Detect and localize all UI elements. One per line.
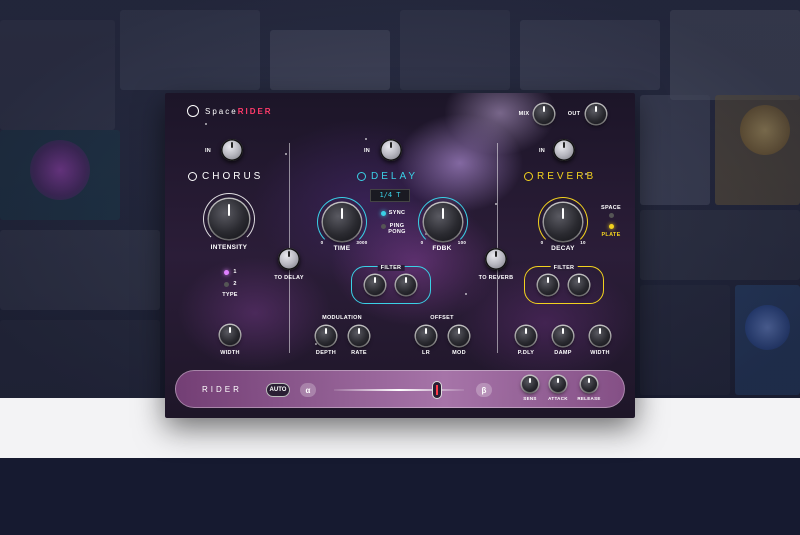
rider-attack-label: ATTACK bbox=[548, 396, 568, 401]
delay-modulation-label: MODULATION bbox=[322, 315, 362, 321]
mix-knob[interactable] bbox=[534, 104, 554, 124]
beta-button[interactable]: β bbox=[476, 383, 492, 397]
reverb-decay-label: DECAY bbox=[551, 245, 575, 252]
delay-in-knob[interactable] bbox=[380, 139, 402, 161]
reverb-filter-box bbox=[524, 266, 604, 304]
spacerider-plugin-window: SpaceRIDER MIX OUT IN CHORUS INTENSITY 1… bbox=[165, 93, 635, 418]
delay-time-label: TIME bbox=[333, 245, 351, 252]
delay-mod-knob[interactable] bbox=[449, 326, 469, 346]
chorus-in-label: IN bbox=[204, 148, 212, 154]
rider-slider-track[interactable] bbox=[334, 389, 464, 391]
delay-time-max: 3000 bbox=[356, 240, 368, 245]
delay-filter-label: FILTER bbox=[377, 265, 405, 271]
delay-lr-knob[interactable] bbox=[416, 326, 436, 346]
delay-lr-label: LR bbox=[422, 350, 430, 356]
chorus-width-label: WIDTH bbox=[220, 350, 240, 356]
to-delay-label: TO DELAY bbox=[274, 275, 304, 281]
logo-icon bbox=[187, 105, 199, 117]
delay-rate-knob[interactable] bbox=[349, 326, 369, 346]
delay-sync-display[interactable]: 1/4 T bbox=[370, 189, 410, 202]
delay-sync-indicator[interactable] bbox=[381, 211, 386, 216]
delay-fdbk-min: 0 bbox=[420, 240, 424, 245]
delay-sync-label: SYNC bbox=[388, 210, 406, 216]
delay-rate-label: RATE bbox=[351, 350, 367, 356]
rider-slider-handle-marker bbox=[436, 385, 438, 395]
delay-power-icon[interactable] bbox=[357, 172, 366, 181]
rider-bar: RIDER AUTO α β SENS ATTACK RELEASE bbox=[175, 370, 625, 408]
reverb-in-knob[interactable] bbox=[553, 139, 575, 161]
chorus-type-2-indicator[interactable] bbox=[224, 282, 229, 287]
out-knob[interactable] bbox=[586, 104, 606, 124]
delay-filter-high-knob[interactable] bbox=[396, 275, 416, 295]
mix-label: MIX bbox=[518, 111, 530, 117]
chorus-type-1-label: 1 bbox=[233, 269, 237, 275]
reverb-plate-label: PLATE bbox=[601, 232, 621, 238]
chorus-title: CHORUS bbox=[202, 171, 264, 182]
chorus-intensity-knob[interactable] bbox=[209, 199, 249, 239]
delay-ping-pong-indicator[interactable] bbox=[381, 224, 386, 229]
reverb-decay-knob[interactable] bbox=[544, 203, 582, 241]
delay-filter-box bbox=[351, 266, 431, 304]
out-label: OUT bbox=[567, 111, 581, 117]
reverb-damp-label: DAMP bbox=[554, 350, 572, 356]
reverb-plate-indicator[interactable] bbox=[609, 224, 614, 229]
rider-release-label: RELEASE bbox=[577, 396, 601, 401]
to-delay-knob[interactable] bbox=[278, 248, 300, 270]
delay-in-label: IN bbox=[363, 148, 371, 154]
rider-slider-handle[interactable] bbox=[432, 381, 442, 399]
reverb-title: REVERB bbox=[537, 171, 597, 182]
delay-title: DELAY bbox=[371, 171, 419, 182]
delay-depth-knob[interactable] bbox=[316, 326, 336, 346]
brand-name-space: Space bbox=[205, 107, 238, 116]
reverb-decay-max: 10 bbox=[580, 240, 586, 245]
alpha-button[interactable]: α bbox=[300, 383, 316, 397]
reverb-damp-knob[interactable] bbox=[553, 326, 573, 346]
reverb-pdly-knob[interactable] bbox=[516, 326, 536, 346]
delay-offset-label: OFFSET bbox=[430, 315, 454, 321]
rider-sens-label: SENS bbox=[523, 396, 537, 401]
delay-time-min: 0 bbox=[320, 240, 324, 245]
rider-attack-knob[interactable] bbox=[550, 376, 566, 392]
chorus-in-knob[interactable] bbox=[221, 139, 243, 161]
reverb-pdly-label: P.DLY bbox=[517, 350, 535, 356]
reverb-space-label: SPACE bbox=[600, 205, 622, 211]
auto-button[interactable]: AUTO bbox=[266, 383, 290, 397]
delay-filter-low-knob[interactable] bbox=[365, 275, 385, 295]
reverb-filter-label: FILTER bbox=[550, 265, 578, 271]
reverb-in-label: IN bbox=[538, 148, 546, 154]
brand-name-rider: RIDER bbox=[237, 107, 273, 116]
reverb-width-label: WIDTH bbox=[590, 350, 610, 356]
delay-mod-label: MOD bbox=[452, 350, 466, 356]
chorus-type-1-indicator[interactable] bbox=[224, 270, 229, 275]
chorus-type-label: TYPE bbox=[222, 292, 238, 298]
reverb-decay-min: 0 bbox=[540, 240, 544, 245]
to-reverb-label: TO REVERB bbox=[478, 275, 514, 281]
delay-ping-pong-label: PING PONG bbox=[388, 223, 406, 235]
reverb-space-indicator[interactable] bbox=[609, 213, 614, 218]
delay-fdbk-knob[interactable] bbox=[424, 203, 462, 241]
to-reverb-knob[interactable] bbox=[485, 248, 507, 270]
delay-depth-label: DEPTH bbox=[315, 350, 337, 356]
brand-name: SpaceRIDER bbox=[205, 107, 273, 116]
delay-fdbk-max: 100 bbox=[457, 240, 467, 245]
delay-fdbk-label: FDBK bbox=[432, 245, 452, 252]
rider-title: RIDER bbox=[202, 385, 242, 394]
reverb-filter-low-knob[interactable] bbox=[538, 275, 558, 295]
dark-footer-band bbox=[0, 458, 800, 535]
reverb-width-knob[interactable] bbox=[590, 326, 610, 346]
delay-time-knob[interactable] bbox=[323, 203, 361, 241]
reverb-power-icon[interactable] bbox=[524, 172, 533, 181]
reverb-filter-high-knob[interactable] bbox=[569, 275, 589, 295]
chorus-power-icon[interactable] bbox=[188, 172, 197, 181]
chorus-width-knob[interactable] bbox=[220, 325, 240, 345]
rider-release-knob[interactable] bbox=[581, 376, 597, 392]
chorus-intensity-label: INTENSITY bbox=[210, 244, 248, 251]
rider-sens-knob[interactable] bbox=[522, 376, 538, 392]
chorus-type-2-label: 2 bbox=[233, 281, 237, 287]
